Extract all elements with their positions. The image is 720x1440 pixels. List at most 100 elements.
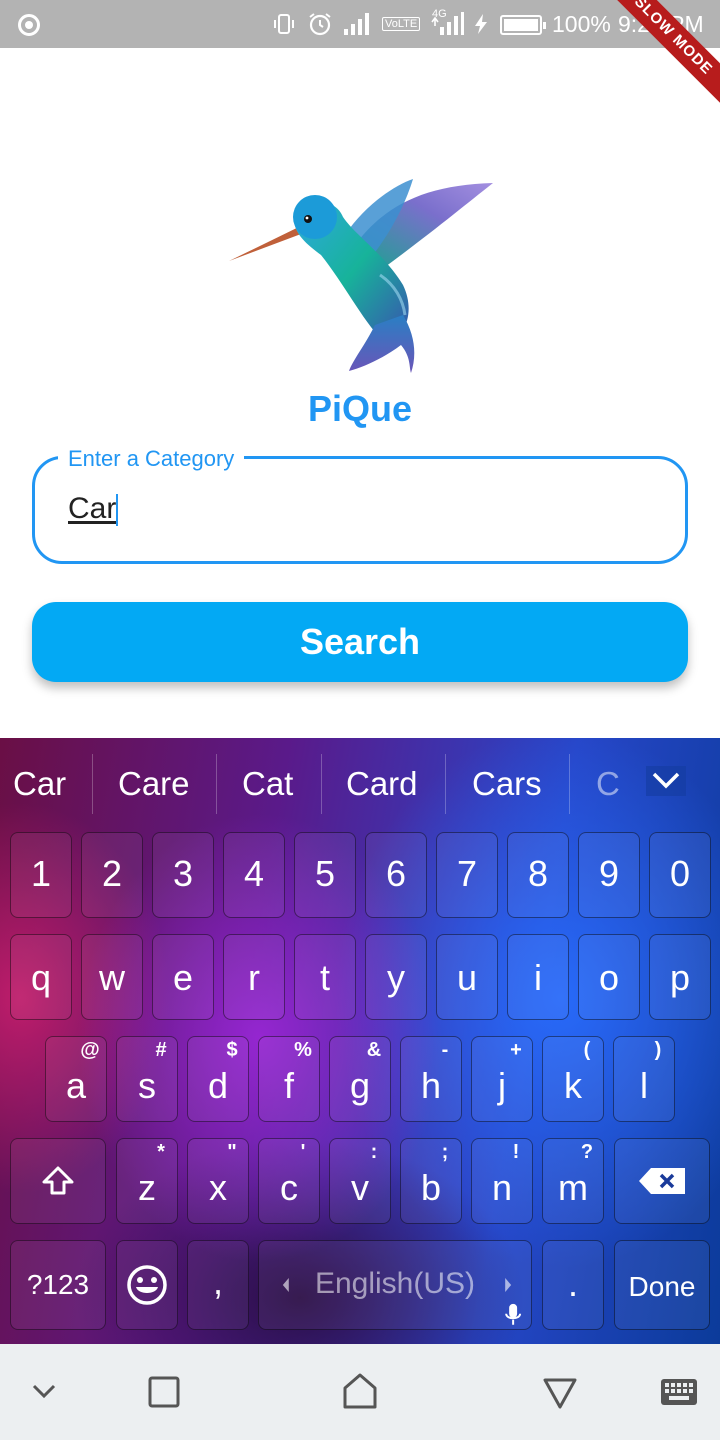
suggestions-expand-button[interactable]	[646, 766, 686, 796]
key-n[interactable]: n!	[471, 1138, 533, 1224]
key-q-label: q	[30, 957, 52, 998]
key-7[interactable]: 7	[436, 832, 498, 918]
key-4[interactable]: 4	[223, 832, 285, 918]
shift-arrow-icon	[11, 1139, 105, 1223]
key-m[interactable]: m?	[542, 1138, 604, 1224]
key-n-alt-label: !	[512, 1141, 520, 1163]
suggestion-divider	[445, 754, 446, 814]
key-b-label: b	[420, 1167, 442, 1208]
done-key[interactable]: Done	[614, 1240, 710, 1330]
suggestion-item[interactable]: Cat	[242, 738, 293, 830]
app-title: PiQue	[307, 388, 413, 429]
key-c[interactable]: c '	[258, 1138, 320, 1224]
key-r[interactable]: r	[223, 934, 285, 1020]
key-v[interactable]: v:	[329, 1138, 391, 1224]
key-l-label: l	[640, 1065, 648, 1106]
status-bar: VoLTE 4G 100% 9:21 PM	[0, 0, 720, 48]
key-t-label: t	[319, 957, 330, 998]
key-k[interactable]: k(	[542, 1036, 604, 1122]
key-q[interactable]: q	[10, 934, 72, 1020]
key-j[interactable]: j +	[471, 1036, 533, 1122]
alarm-icon	[306, 12, 334, 36]
language-switch-arrows-icon	[259, 1241, 531, 1329]
key-j-label: j	[498, 1065, 506, 1106]
done-key-label: Done	[628, 1271, 696, 1302]
navigation-bar	[0, 1344, 720, 1440]
signal-icon	[342, 12, 372, 36]
key-0[interactable]: 0	[649, 832, 711, 918]
symbols-key[interactable]: ?123	[10, 1240, 106, 1330]
key-p[interactable]: p	[649, 934, 711, 1020]
key-5[interactable]: 5	[294, 832, 356, 918]
key-f[interactable]: f%	[258, 1036, 320, 1122]
mobile-data-signal-icon	[430, 12, 464, 36]
hide-keyboard-chevron-icon[interactable]	[28, 1380, 60, 1409]
keyboard-switch-icon[interactable]	[660, 1378, 698, 1411]
key-e[interactable]: e	[152, 934, 214, 1020]
suggestion-item[interactable]: Card	[346, 738, 418, 830]
recents-square-icon[interactable]	[148, 1376, 180, 1413]
key-3[interactable]: 3	[152, 832, 214, 918]
key-8[interactable]: 8	[507, 832, 569, 918]
key-l[interactable]: l)	[613, 1036, 675, 1122]
key-2[interactable]: 2	[81, 832, 143, 918]
key-i[interactable]: i	[507, 934, 569, 1020]
suggestion-item[interactable]: Car	[13, 738, 66, 830]
backspace-key[interactable]	[614, 1138, 710, 1224]
key-a[interactable]: a @	[45, 1036, 107, 1122]
key-b-alt-label: ;	[441, 1141, 449, 1163]
key-m-label: m	[558, 1167, 588, 1208]
key-l-alt-label: )	[654, 1039, 662, 1061]
key-g[interactable]: g &	[329, 1036, 391, 1122]
key-z[interactable]: z *	[116, 1138, 178, 1224]
key-o[interactable]: o	[578, 934, 640, 1020]
key-d[interactable]: d $	[187, 1036, 249, 1122]
key-u[interactable]: u	[436, 934, 498, 1020]
key-3-label: 3	[172, 853, 194, 894]
key-m-alt-label: ?	[580, 1141, 594, 1163]
key-x-alt-label: "	[227, 1141, 237, 1163]
key-s-label: s	[138, 1065, 156, 1106]
key-t[interactable]: t	[294, 934, 356, 1020]
suggestion-divider	[321, 754, 322, 814]
key-z-alt-label: *	[157, 1141, 165, 1163]
battery-icon	[500, 15, 546, 35]
key-9[interactable]: 9	[578, 832, 640, 918]
key-w[interactable]: w	[81, 934, 143, 1020]
key-y-label: y	[387, 957, 405, 998]
emoji-key[interactable]	[116, 1240, 178, 1330]
key-s[interactable]: s #	[116, 1036, 178, 1122]
key-h-label: h	[420, 1065, 442, 1106]
suggestion-divider	[92, 754, 93, 814]
key-0-label: 0	[669, 853, 691, 894]
search-button[interactable]: Search	[32, 602, 688, 682]
home-icon[interactable]	[342, 1372, 378, 1415]
key-6[interactable]: 6	[365, 832, 427, 918]
key-x[interactable]: x "	[187, 1138, 249, 1224]
suggestion-item[interactable]: C	[596, 738, 620, 830]
key-h[interactable]: h-	[400, 1036, 462, 1122]
key-a-alt-label: @	[80, 1039, 100, 1061]
shift-key[interactable]	[10, 1138, 106, 1224]
key-c-alt-label: '	[300, 1141, 306, 1163]
period-key[interactable]: .	[542, 1240, 604, 1330]
period-key-label: .	[567, 1263, 578, 1304]
space-key[interactable]: English(US)	[258, 1240, 532, 1330]
emoji-icon	[117, 1241, 177, 1329]
category-input-label: Enter a Category	[58, 446, 245, 472]
key-w-label: w	[99, 957, 125, 998]
comma-key[interactable]: ,	[187, 1240, 249, 1330]
battery-percent: 100%	[552, 11, 611, 37]
key-k-label: k	[564, 1065, 582, 1106]
suggestion-item[interactable]: Care	[118, 738, 190, 830]
key-b[interactable]: b;	[400, 1138, 462, 1224]
back-triangle-icon[interactable]	[542, 1376, 578, 1415]
key-p-label: p	[669, 957, 691, 998]
category-input-value[interactable]: Car	[68, 492, 116, 526]
key-1[interactable]: 1	[10, 832, 72, 918]
key-y[interactable]: y	[365, 934, 427, 1020]
suggestion-divider	[569, 754, 570, 814]
category-input[interactable]	[32, 456, 688, 564]
hummingbird-icon	[225, 175, 495, 375]
suggestion-item[interactable]: Cars	[472, 738, 542, 830]
